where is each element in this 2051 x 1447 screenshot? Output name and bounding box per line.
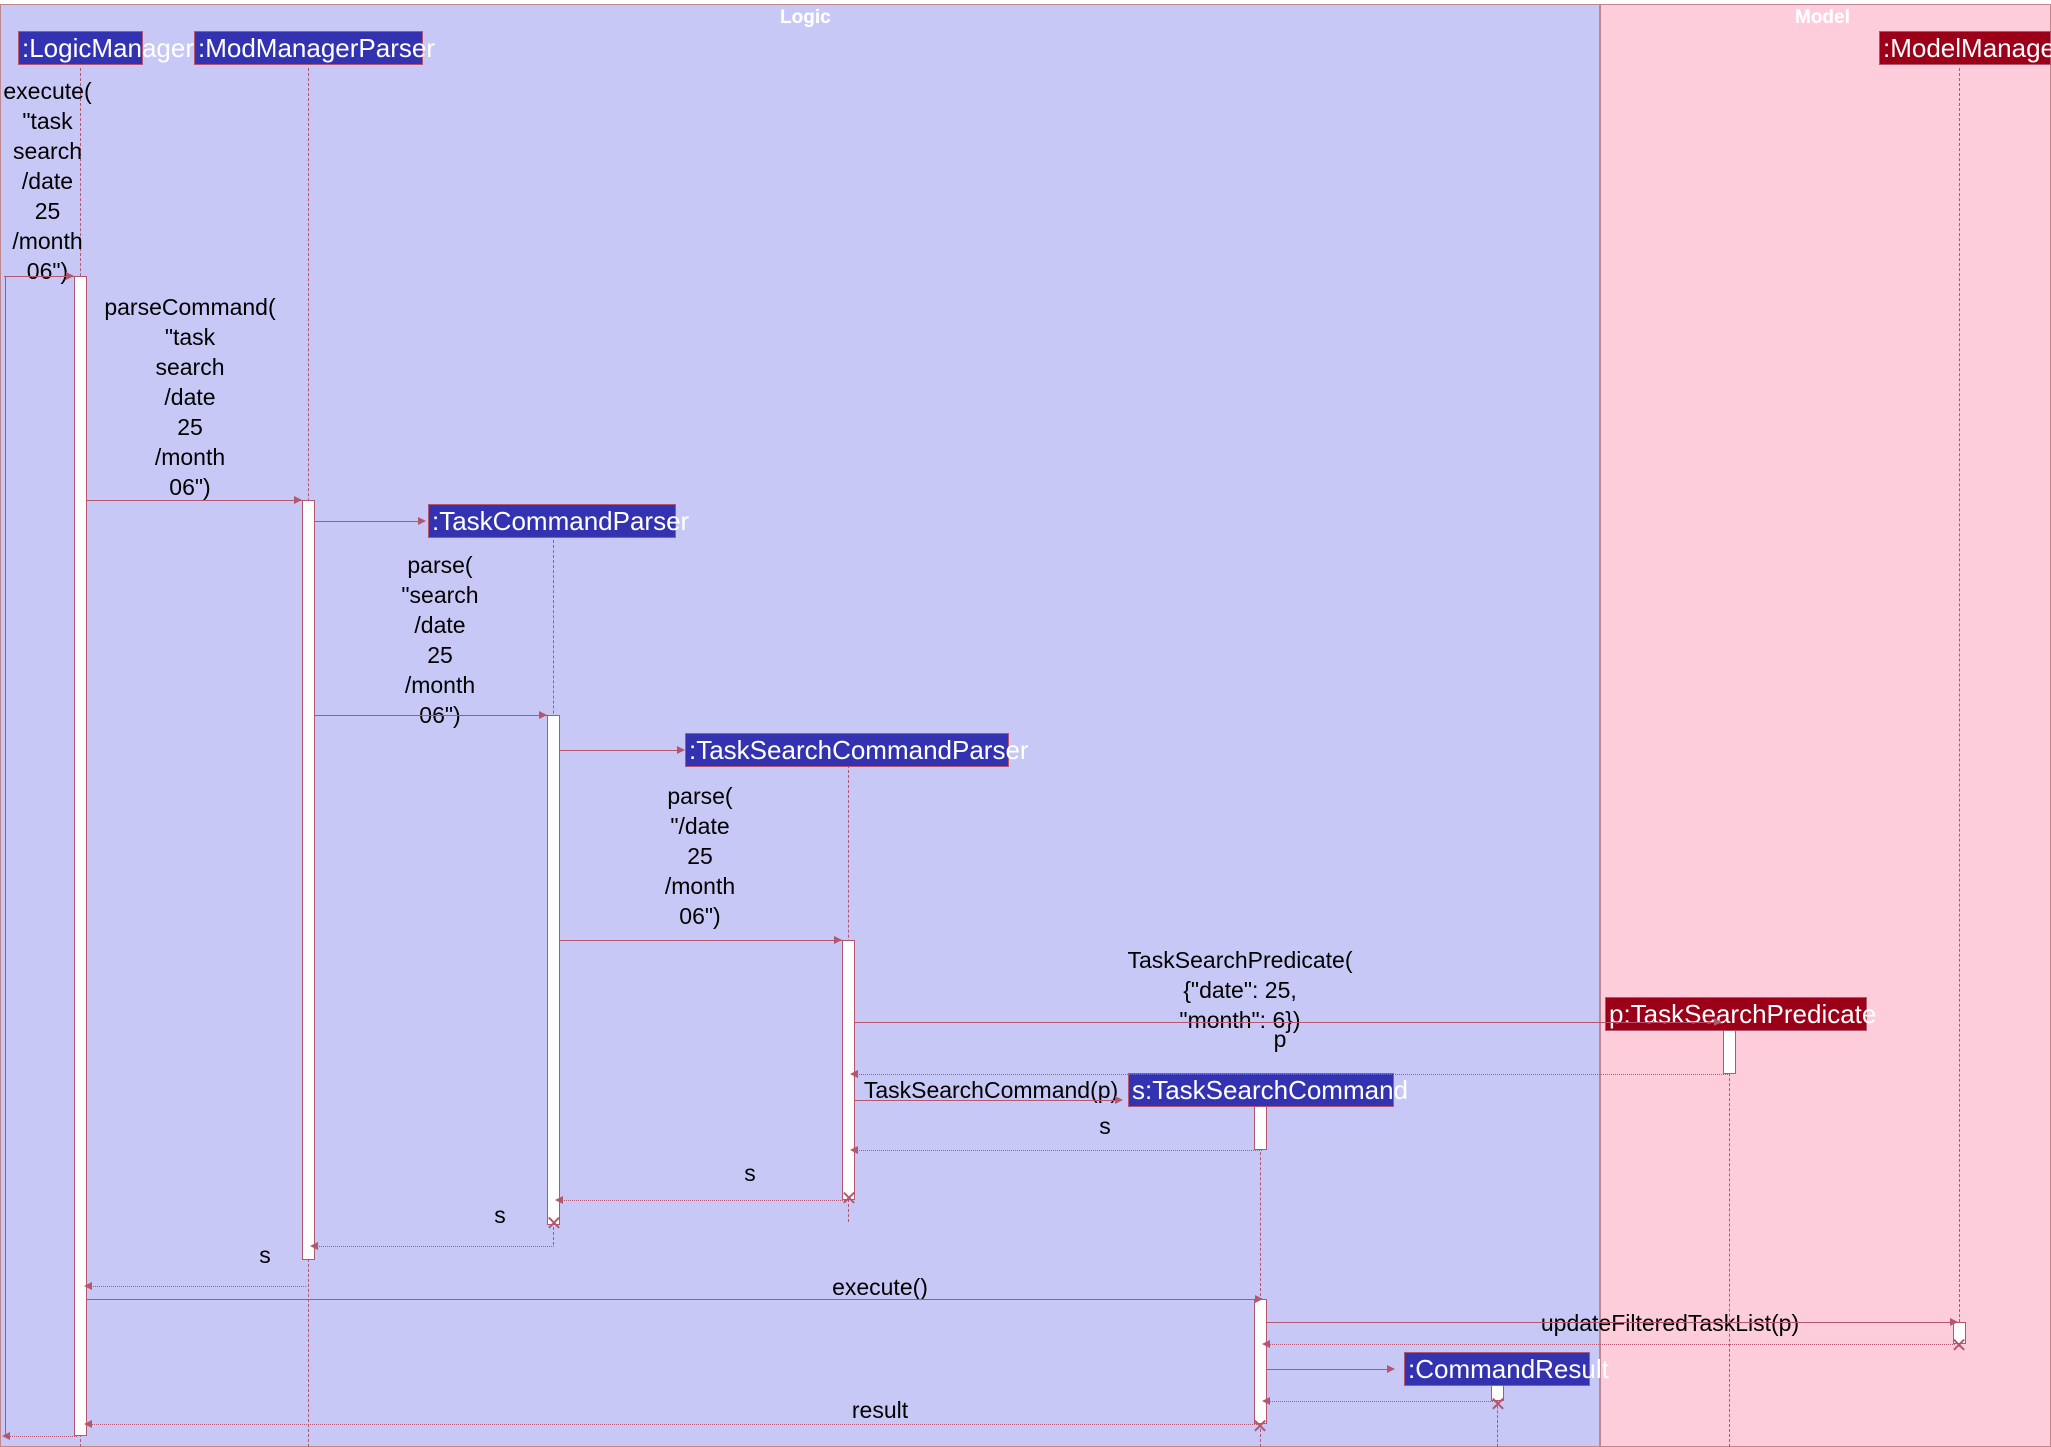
participant-task-search-command-parser[interactable]: :TaskSearchCommandParser [685, 733, 1029, 767]
activation-task-command-parser [547, 715, 560, 1225]
message-line-result [86, 1424, 1261, 1425]
participant-command-result[interactable]: :CommandResult [1404, 1352, 1609, 1386]
message-arrowhead-update-filtered-task-list [1950, 1318, 1958, 1326]
message-arrowhead-result [84, 1420, 92, 1428]
message-line-parse-search [315, 715, 547, 716]
activation-task-search-command-create [1254, 1100, 1267, 1150]
message-line-create-command-result [1267, 1369, 1389, 1370]
message-line-parse-command [87, 500, 302, 501]
participant-model-manager[interactable]: :ModelManager [1879, 31, 2051, 65]
message-arrowhead-create-task-search-command-parser [677, 746, 685, 754]
message-line-update-filtered-task-list [1267, 1322, 1955, 1323]
message-line-final-return [7, 1436, 77, 1437]
message-arrowhead-parse-search [539, 711, 547, 719]
participant-task-search-command[interactable]: s:TaskSearchCommand [1128, 1073, 1408, 1107]
participant-task-command-parser[interactable]: :TaskCommandParser [428, 504, 689, 538]
message-arrowhead-return-s-4 [84, 1282, 92, 1290]
lifeline-task-search-predicate [1729, 1038, 1730, 1447]
destroy-marker-command-result: ✕ [1489, 1394, 1507, 1416]
message-arrowhead-parse-date [834, 936, 842, 944]
activation-task-search-command-exec [1254, 1299, 1267, 1424]
activation-mod-manager-parser [302, 500, 315, 1260]
package-model-title: Model [1795, 7, 1850, 28]
message-line-execute-command [4, 276, 74, 277]
message-line-create-task-search-predicate [855, 1022, 1717, 1023]
package-model [1600, 4, 2051, 1447]
participant-mod-manager-parser[interactable]: :ModManagerParser [194, 31, 435, 65]
sequence-diagram-canvas: Logic Model :LogicManager :ModManagerPar… [0, 0, 2051, 1447]
message-line-return-p [852, 1074, 1730, 1075]
message-arrowhead-return-s-1 [850, 1146, 858, 1154]
message-arrowhead-create-task-search-predicate [1714, 1018, 1722, 1026]
message-arrowhead-return-command-result [1262, 1397, 1270, 1405]
participant-logic-manager[interactable]: :LogicManager [18, 31, 194, 65]
message-arrowhead-create-task-command-parser [418, 517, 426, 525]
message-arrowhead-create-task-search-command [1115, 1096, 1123, 1104]
message-arrowhead-return-s-3 [310, 1242, 318, 1250]
message-arrowhead-final-return [2, 1432, 10, 1440]
message-line-return-command-result [1267, 1401, 1495, 1402]
destroy-marker-task-search-command-parser: ✕ [840, 1188, 858, 1210]
message-line-return-s-2 [557, 1200, 849, 1201]
package-logic [0, 4, 1600, 1447]
message-arrowhead-return-s-2 [555, 1196, 563, 1204]
message-arrowhead-return-p [850, 1070, 858, 1078]
message-arrowhead-create-command-result [1387, 1365, 1395, 1373]
destroy-marker-task-search-command: ✕ [1251, 1416, 1269, 1438]
message-line-execute [86, 1299, 1261, 1300]
package-logic-title: Logic [780, 7, 831, 28]
message-arrowhead-execute-command [66, 272, 74, 280]
activation-logic-manager [74, 276, 87, 1436]
message-line-create-task-search-command-parser [560, 750, 680, 751]
message-line-create-task-command-parser [315, 521, 420, 522]
message-arrowhead-update-filtered-task-list-return [1262, 1340, 1270, 1348]
message-line-create-task-search-command [855, 1100, 1117, 1101]
message-line-parse-date [560, 940, 842, 941]
message-arrowhead-execute [1255, 1295, 1263, 1303]
message-line-return-s-3 [312, 1246, 554, 1247]
message-line-return-s-1 [852, 1150, 1262, 1151]
actor-entry-line [5, 276, 6, 1436]
message-line-update-filtered-task-list-return [1267, 1344, 1955, 1345]
destroy-marker-task-command-parser: ✕ [545, 1213, 563, 1235]
message-arrowhead-parse-command [294, 496, 302, 504]
participant-task-search-predicate[interactable]: p:TaskSearchPredicate [1605, 997, 1876, 1031]
destroy-marker-model-manager: ✕ [1950, 1335, 1968, 1357]
lifeline-model-manager [1959, 68, 1960, 1347]
message-line-return-s-4 [86, 1286, 306, 1287]
